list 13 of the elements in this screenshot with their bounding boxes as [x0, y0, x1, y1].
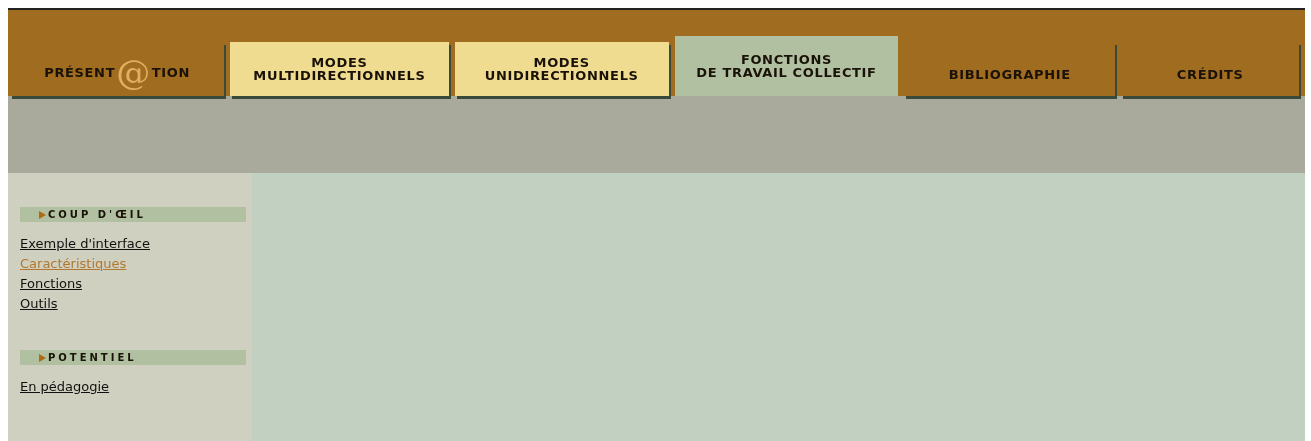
triangle-icon [39, 353, 46, 362]
nav-tab[interactable]: MODES MULTIDIRECTIONNELS [230, 42, 449, 96]
nav-tab[interactable]: BIBLIOGRAPHIE [904, 42, 1116, 96]
nav-tab[interactable]: FONCTIONS DE TRAVAIL COLLECTIF [674, 36, 899, 96]
nav-tab[interactable]: CRÉDITS [1121, 42, 1299, 96]
sidebar-link[interactable]: En pédagogie [20, 377, 110, 397]
sidebar-link[interactable]: Exemple d'interface [20, 234, 150, 254]
section-title: POTENTIEL [48, 351, 137, 365]
triangle-icon [39, 210, 46, 219]
sidebar-link[interactable]: Outils [20, 294, 58, 314]
section-title: COUP D'ŒIL [48, 208, 146, 222]
nav-tab[interactable]: MODES UNIDIRECTIONNELS [454, 42, 669, 96]
sidebar-link[interactable]: Fonctions [20, 274, 83, 294]
